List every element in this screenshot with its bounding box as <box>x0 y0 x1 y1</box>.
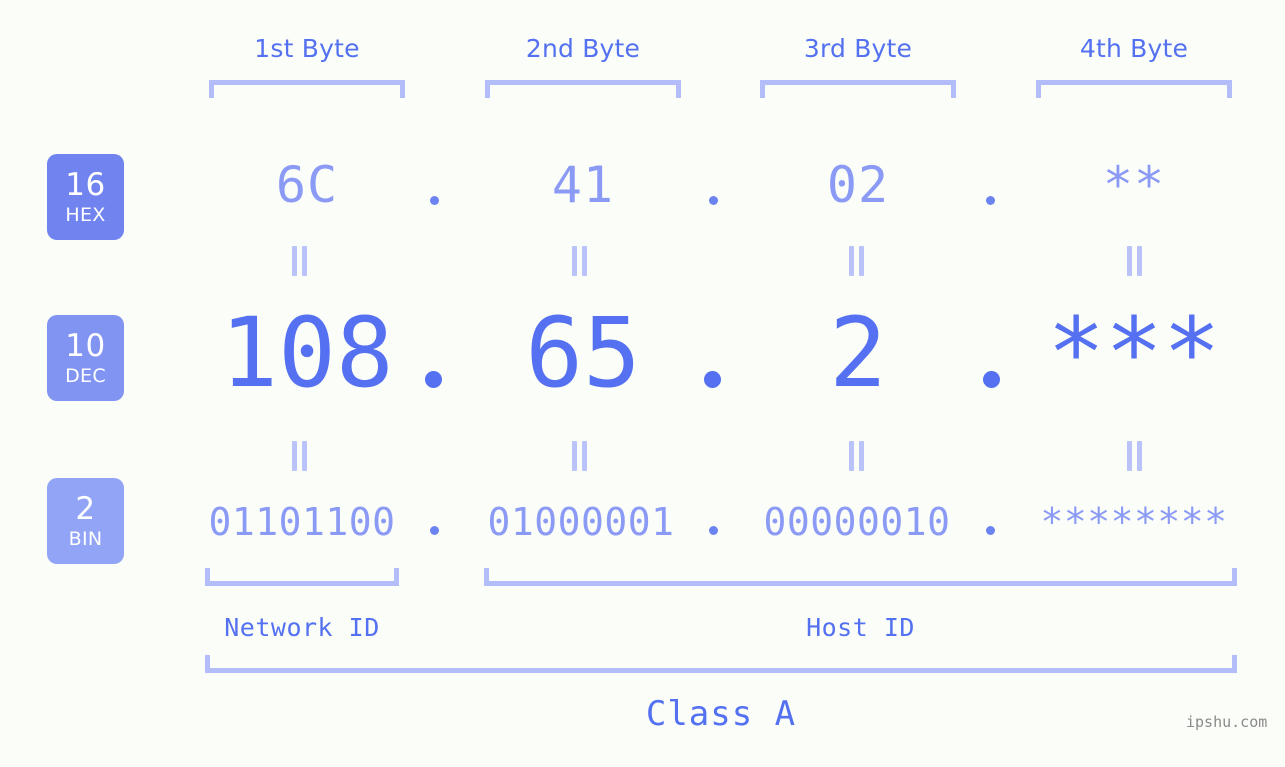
class-label: Class A <box>645 694 797 734</box>
host-id-bracket <box>484 568 1237 586</box>
equals-connector-dec-bin-1 <box>292 441 308 471</box>
hex-value-byte-4: ** <box>1102 156 1166 214</box>
byte-bracket-3 <box>760 80 956 98</box>
bin-value-byte-2: 01000001 <box>487 500 675 544</box>
hex-value-byte-2: 41 <box>551 156 615 214</box>
byte-header-label-4: 4th Byte <box>1079 34 1189 63</box>
byte-header-label-1: 1st Byte <box>254 34 360 63</box>
host-id-label: Host ID <box>806 613 915 642</box>
dec-value-byte-2: 65 <box>525 297 641 409</box>
network-id-bracket <box>205 568 399 586</box>
base-badge-hex-abbr: HEX <box>65 203 106 226</box>
equals-connector-dec-bin-2 <box>572 441 588 471</box>
bin-value-byte-4: ******** <box>1040 500 1228 544</box>
hex-value-byte-3: 02 <box>826 156 890 214</box>
dec-separator-dot-2 <box>704 371 721 388</box>
hex-separator-dot-1 <box>430 196 439 205</box>
dec-value-byte-1: 108 <box>220 297 394 409</box>
base-badge-bin-number: 2 <box>75 490 96 527</box>
base-badge-dec: 10 DEC <box>47 315 124 401</box>
ip-byte-breakdown-diagram: 1st Byte 2nd Byte 3rd Byte 4th Byte 16 H… <box>0 0 1285 767</box>
network-id-label: Network ID <box>224 613 380 642</box>
base-badge-bin-abbr: BIN <box>68 527 103 550</box>
equals-connector-hex-dec-4 <box>1127 246 1143 276</box>
bin-value-byte-1: 01101100 <box>208 500 396 544</box>
equals-connector-hex-dec-1 <box>292 246 308 276</box>
dec-separator-dot-3 <box>983 371 1000 388</box>
base-badge-hex: 16 HEX <box>47 154 124 240</box>
byte-bracket-2 <box>485 80 681 98</box>
base-badge-dec-number: 10 <box>65 327 106 364</box>
byte-header-label-2: 2nd Byte <box>525 34 641 63</box>
hex-value-byte-1: 6C <box>275 156 339 214</box>
bin-value-byte-3: 00000010 <box>763 500 951 544</box>
class-bracket <box>205 655 1237 673</box>
hex-separator-dot-3 <box>986 196 995 205</box>
hex-separator-dot-2 <box>709 196 718 205</box>
byte-header-label-3: 3rd Byte <box>803 34 913 63</box>
equals-connector-dec-bin-4 <box>1127 441 1143 471</box>
equals-connector-hex-dec-2 <box>572 246 588 276</box>
byte-bracket-1 <box>209 80 405 98</box>
base-badge-hex-number: 16 <box>65 166 106 203</box>
base-badge-dec-abbr: DEC <box>65 364 106 387</box>
dec-separator-dot-1 <box>425 371 442 388</box>
byte-bracket-4 <box>1036 80 1232 98</box>
bin-separator-dot-2 <box>709 526 718 535</box>
bin-separator-dot-3 <box>986 526 995 535</box>
bin-separator-dot-1 <box>430 526 439 535</box>
dec-value-byte-4: *** <box>1047 297 1221 409</box>
watermark-ipshu: ipshu.com <box>1186 713 1268 731</box>
dec-value-byte-3: 2 <box>829 297 887 409</box>
equals-connector-hex-dec-3 <box>849 246 865 276</box>
equals-connector-dec-bin-3 <box>849 441 865 471</box>
base-badge-bin: 2 BIN <box>47 478 124 564</box>
